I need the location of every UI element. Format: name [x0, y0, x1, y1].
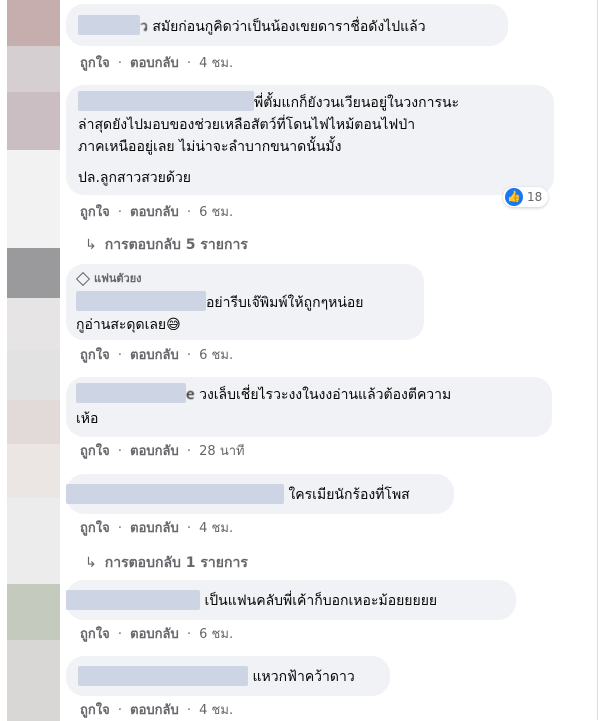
reply-button[interactable]: ตอบกลับ	[130, 627, 179, 642]
comment-text-line: อย่ารีบเจ๊พิมพ์ให้ถูกๆหน่อย	[206, 295, 364, 311]
comment-bubble: ว สมัยก่อนกูคิดว่าเป็นน้องเขยดาราชื่อดัง…	[66, 4, 508, 46]
like-button[interactable]: ถูกใจ	[80, 703, 110, 718]
reply-arrow-icon: ↳	[85, 237, 97, 253]
like-button[interactable]: ถูกใจ	[80, 348, 110, 363]
author-name-redacted[interactable]	[78, 91, 254, 111]
avatar	[7, 498, 60, 584]
comment-bubble: แหวกฟ้าคว้าดาว	[66, 656, 390, 696]
comment-text: สมัยก่อนกูคิดว่าเป็นน้องเขยดาราชื่อดังไป…	[152, 19, 426, 35]
avatar[interactable]	[7, 584, 60, 640]
reaction-count[interactable]: 👍 18	[503, 187, 549, 207]
avatar[interactable]	[7, 298, 60, 350]
comment-text-line: ปล.ลูกสาวสวยด้วย	[78, 170, 192, 186]
author-name-redacted[interactable]	[78, 15, 140, 35]
author-name-redacted[interactable]	[76, 383, 186, 403]
reply-button[interactable]: ตอบกลับ	[130, 444, 179, 459]
avatar[interactable]	[7, 0, 60, 46]
like-icon: 👍	[505, 188, 523, 206]
comment-text: ใครเมียนักร้องที่โพส	[288, 487, 410, 503]
comment-text-line: กูอ่านสะดุดเลย😅	[76, 317, 181, 333]
avatar[interactable]	[7, 444, 60, 498]
like-button[interactable]: ถูกใจ	[80, 444, 110, 459]
avatar[interactable]	[7, 92, 60, 150]
comment-actions: ถูกใจ · ตอบกลับ · 6 ชม.	[80, 627, 234, 642]
timestamp[interactable]: 4 ชม.	[199, 703, 233, 718]
comment-text-line: วงเล็บเชี่ยไรวะงงในงงอ่านแล้วต้องตีความ	[199, 387, 452, 403]
comment-text: เป็นแฟนคลับพี่เค้าก็บอกเหอะม้อยยยยย	[204, 593, 438, 609]
comment-text-line: ภาคเหนืออยู่เลย ไม่น่าจะลำบากขนาดนั้นมั้…	[78, 139, 342, 155]
reply-button[interactable]: ตอบกลับ	[130, 56, 179, 71]
view-replies-link[interactable]: ↳ การตอบกลับ 1 รายการ	[85, 552, 248, 574]
reply-button[interactable]: ตอบกลับ	[130, 703, 179, 718]
avatar	[7, 150, 60, 248]
timestamp[interactable]: 4 ชม.	[199, 56, 233, 71]
like-button[interactable]: ถูกใจ	[80, 627, 110, 642]
author-name-redacted[interactable]	[78, 666, 248, 686]
author-name-redacted[interactable]	[76, 291, 206, 311]
timestamp[interactable]: 6 ชม.	[199, 627, 233, 642]
comment-text-line: เห้อ	[76, 411, 99, 427]
avatar[interactable]	[7, 46, 60, 92]
view-replies-link[interactable]: ↳ การตอบกลับ 5 รายการ	[85, 234, 248, 256]
diamond-icon	[75, 271, 91, 286]
timestamp[interactable]: 4 ชม.	[199, 521, 233, 536]
reply-button[interactable]: ตอบกลับ	[130, 205, 179, 220]
comment-text: แหวกฟ้าคว้าดาว	[252, 669, 355, 685]
like-button[interactable]: ถูกใจ	[80, 205, 110, 220]
comments-panel: ว สมัยก่อนกูคิดว่าเป็นน้องเขยดาราชื่อดัง…	[0, 0, 598, 721]
avatar[interactable]	[7, 350, 60, 400]
comment-actions: ถูกใจ · ตอบกลับ · 4 ชม.	[80, 521, 234, 536]
avatar[interactable]	[7, 400, 60, 444]
timestamp[interactable]: 6 ชม.	[199, 348, 233, 363]
comment-bubble: เป็นแฟนคลับพี่เค้าก็บอกเหอะม้อยยยยย	[66, 580, 516, 620]
comment-actions: ถูกใจ · ตอบกลับ · 4 ชม.	[80, 703, 234, 718]
comment-actions: ถูกใจ · ตอบกลับ · 6 ชม.	[80, 348, 234, 363]
comment-bubble: พี่ตั้มแกก็ยังวนเวียนอยู่ในวงการนะ ล่าสุ…	[66, 85, 554, 195]
author-name-redacted[interactable]	[66, 590, 200, 610]
comment-actions: ถูกใจ · ตอบกลับ · 28 นาที	[80, 444, 245, 459]
comment-text-line: ล่าสุดยังไปมอบของช่วยเหลือสัตว์ที่โดนไฟไ…	[78, 117, 416, 133]
comment-text-line: พี่ตั้มแกก็ยังวนเวียนอยู่ในวงการนะ	[254, 95, 460, 111]
comment-actions: ถูกใจ · ตอบกลับ · 6 ชม.	[80, 205, 234, 220]
comment-bubble: แฟนตัวยง อย่ารีบเจ๊พิมพ์ให้ถูกๆหน่อย กูอ…	[66, 264, 424, 340]
reply-button[interactable]: ตอบกลับ	[130, 348, 179, 363]
comment-bubble: e วงเล็บเชี่ยไรวะงงในงงอ่านแล้วต้องตีควา…	[66, 377, 552, 437]
timestamp[interactable]: 6 ชม.	[199, 205, 233, 220]
author-name-redacted[interactable]	[66, 484, 284, 504]
avatar[interactable]	[7, 640, 60, 721]
author-name-fragment: e	[186, 387, 195, 403]
comment-bubble: ใครเมียนักร้องที่โพส	[66, 474, 454, 514]
avatar[interactable]	[7, 248, 60, 298]
comment-actions: ถูกใจ · ตอบกลับ · 4 ชม.	[80, 56, 234, 71]
reply-button[interactable]: ตอบกลับ	[130, 521, 179, 536]
like-button[interactable]: ถูกใจ	[80, 56, 110, 71]
timestamp[interactable]: 28 นาที	[199, 444, 244, 459]
like-button[interactable]: ถูกใจ	[80, 521, 110, 536]
author-name-fragment: ว	[140, 19, 148, 35]
reply-arrow-icon: ↳	[85, 555, 97, 571]
top-fan-badge[interactable]: แฟนตัวยง	[75, 269, 412, 288]
